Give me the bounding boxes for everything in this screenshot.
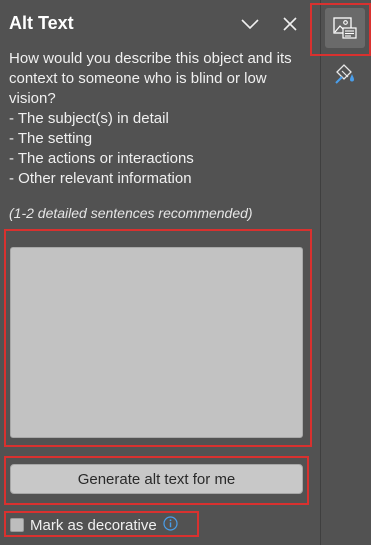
instructions-item: - The subject(s) in detail	[9, 110, 169, 127]
format-shape-icon	[335, 64, 354, 84]
collapse-pane-button[interactable]	[237, 11, 263, 37]
instructions-item: - Other relevant information	[9, 170, 192, 187]
instructions-item: - The actions or interactions	[9, 150, 194, 167]
alt-text-tab-highlight	[310, 3, 371, 56]
instructions-intro: How would you describe this object and i…	[9, 50, 292, 107]
instructions-list: - The subject(s) in detail - The setting…	[9, 109, 309, 189]
generate-button-highlight	[4, 456, 309, 505]
chevron-down-icon	[241, 19, 259, 30]
sentence-hint: (1-2 detailed sentences recommended)	[9, 205, 253, 221]
alt-text-input-highlight	[4, 229, 312, 447]
close-icon	[283, 17, 297, 31]
format-shape-tab-button[interactable]	[325, 54, 365, 94]
pane-title: Alt Text	[9, 13, 74, 33]
instructions-item: - The setting	[9, 130, 93, 147]
close-pane-button[interactable]	[277, 11, 303, 37]
mark-decorative-highlight	[4, 511, 199, 537]
alt-text-instructions: How would you describe this object and i…	[9, 49, 309, 189]
